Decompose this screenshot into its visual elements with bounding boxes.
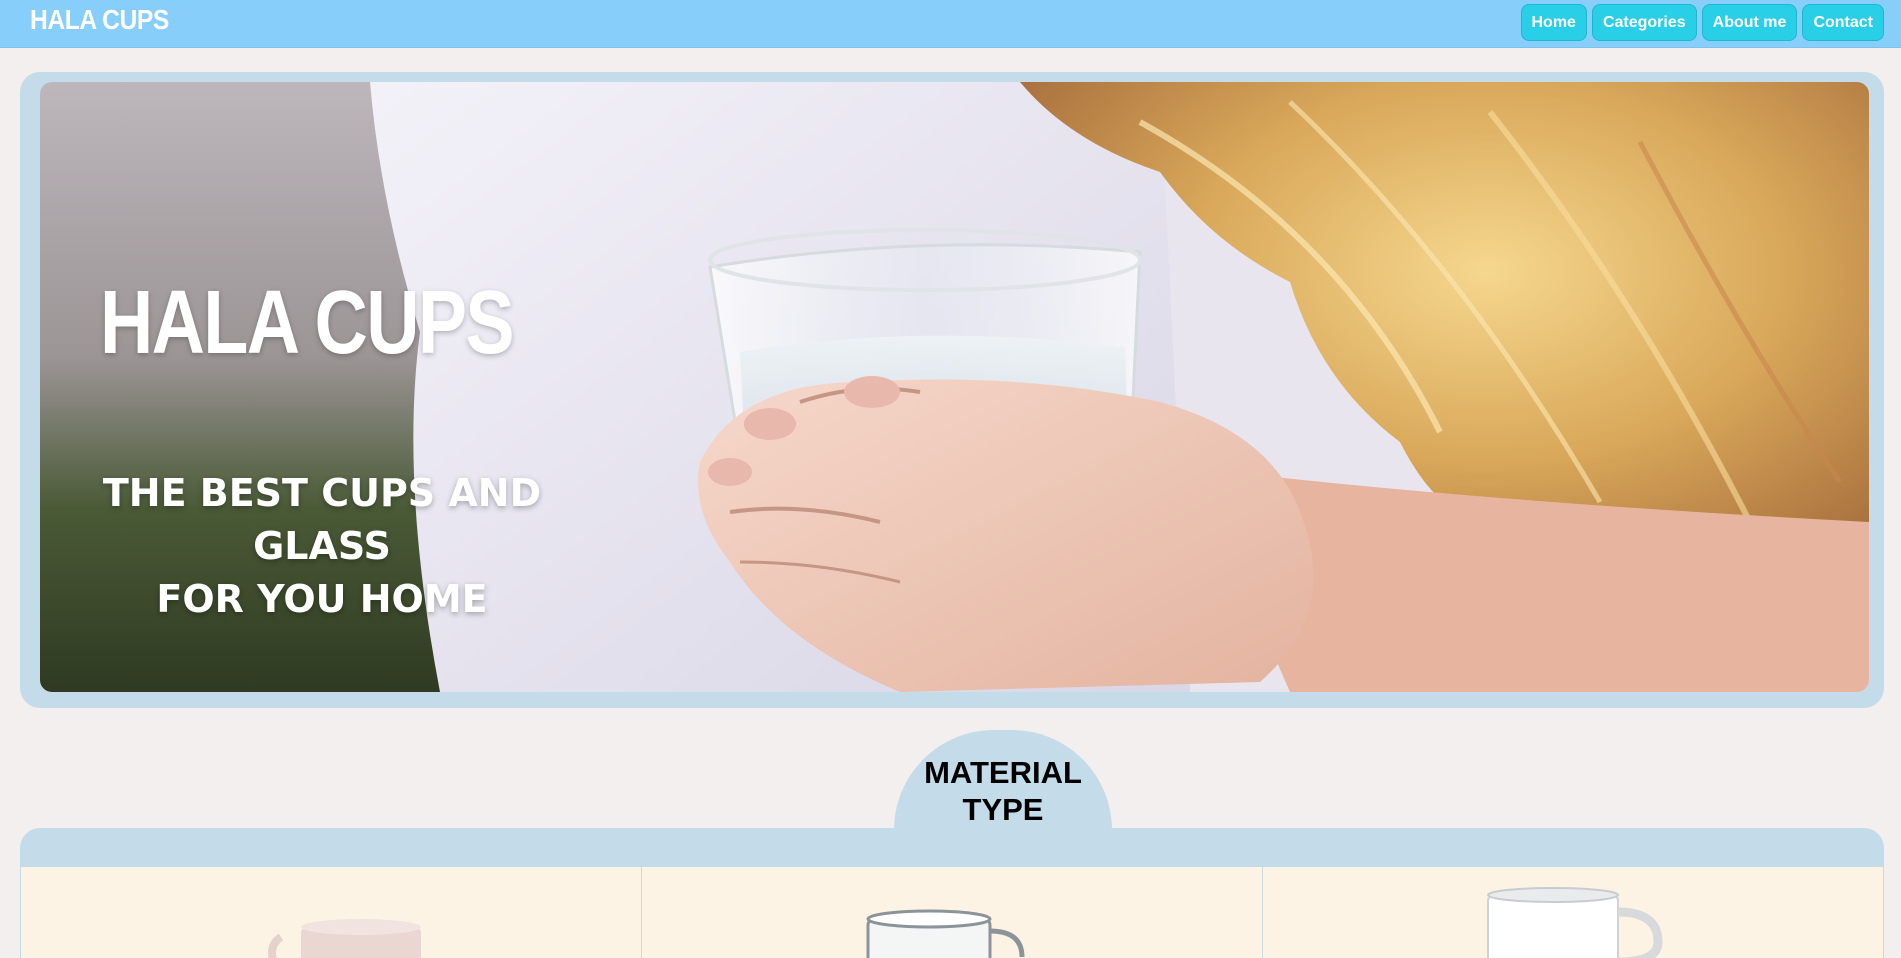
white-ceramic-mug-icon	[1487, 887, 1663, 958]
nav-links: Home Categories About me Contact	[1520, 4, 1884, 41]
brand-logo[interactable]: HALA CUPS	[30, 4, 169, 36]
hero-title: HALA CUPS	[100, 273, 515, 373]
clear-glass-mug-icon	[866, 909, 1025, 958]
hero-banner: HALA CUPS THE BEST CUPS AND GLASS FOR YO…	[40, 82, 1869, 692]
nav-contact-button[interactable]: Contact	[1802, 4, 1884, 41]
frosted-glass-mug-icon	[268, 919, 421, 958]
material-cards	[20, 867, 1884, 958]
section-heading-tab: MATERIAL TYPE	[894, 730, 1112, 830]
hero-subtitle-line-1: THE BEST CUPS AND GLASS	[102, 471, 542, 568]
material-card-frosted[interactable]	[20, 867, 641, 958]
material-card-ceramic[interactable]	[1262, 867, 1884, 958]
hero-subtitle-line-2: FOR YOU HOME	[156, 577, 488, 621]
nav-home-button[interactable]: Home	[1520, 4, 1587, 41]
section-title-line-2: TYPE	[962, 792, 1044, 827]
top-navbar: HALA CUPS Home Categories About me Conta…	[0, 0, 1901, 48]
section-header-bar	[20, 828, 1884, 868]
material-card-clear-glass[interactable]	[641, 867, 1262, 958]
nav-about-button[interactable]: About me	[1701, 4, 1798, 41]
section-title-line-1: MATERIAL	[924, 755, 1082, 790]
nav-categories-button[interactable]: Categories	[1591, 4, 1697, 41]
hero-subtitle: THE BEST CUPS AND GLASS FOR YOU HOME	[52, 467, 592, 626]
